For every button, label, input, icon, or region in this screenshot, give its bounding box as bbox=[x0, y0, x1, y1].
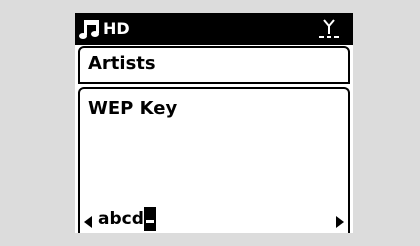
antenna-icon bbox=[317, 17, 341, 41]
text-cursor bbox=[144, 207, 156, 231]
field-label: WEP Key bbox=[88, 98, 178, 119]
menu-title: Artists bbox=[88, 53, 156, 74]
content-panel: WEP Key abcd bbox=[78, 87, 350, 233]
entry-text-value[interactable]: abcd bbox=[98, 208, 144, 230]
source-label: HD bbox=[103, 19, 130, 38]
left-arrow-icon[interactable] bbox=[84, 213, 92, 228]
text-entry-row: abcd bbox=[80, 207, 348, 231]
menu-title-bar: Artists bbox=[78, 46, 350, 84]
status-bar: HD bbox=[75, 13, 353, 45]
right-arrow-icon[interactable] bbox=[336, 213, 344, 228]
device-screen: HD Artists WEP Key abcd bbox=[75, 13, 353, 233]
music-notes-icon bbox=[79, 17, 101, 41]
